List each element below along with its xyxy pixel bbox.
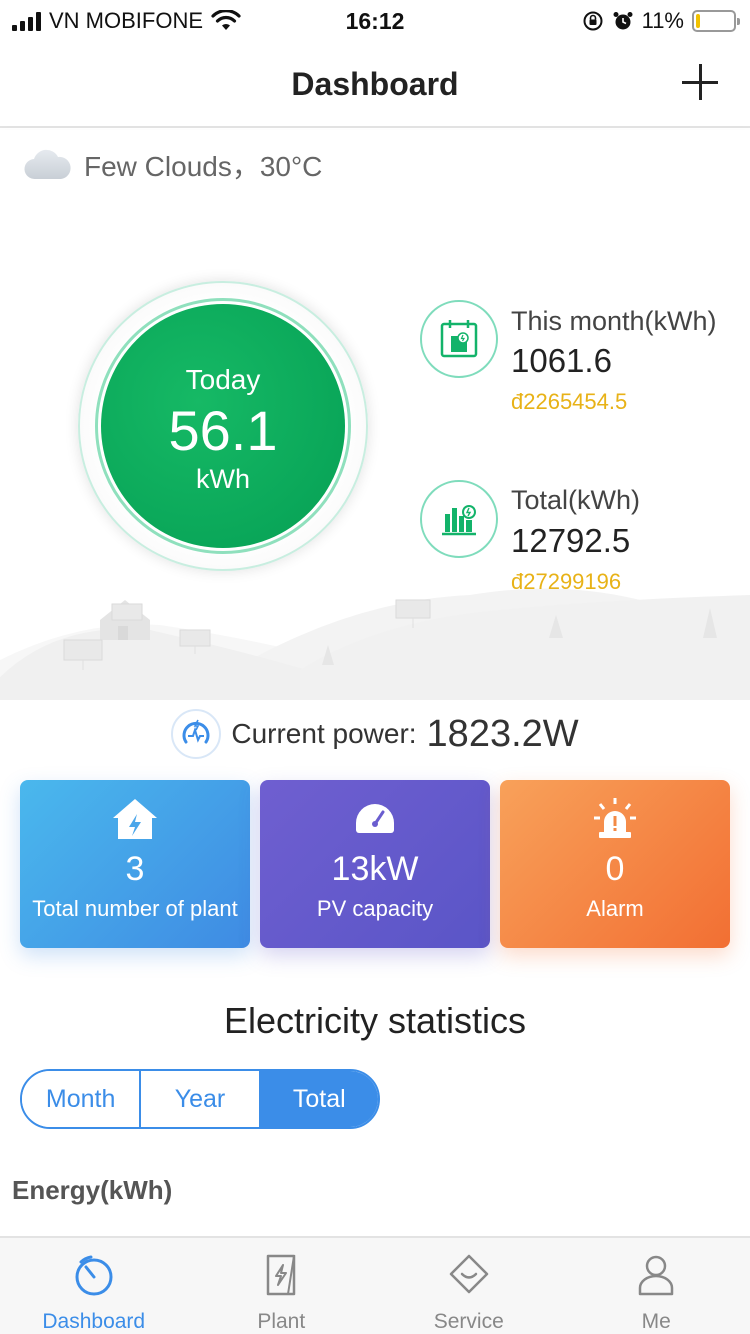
nav-header: Dashboard [0,40,750,128]
tab-dashboard[interactable]: Dashboard [0,1238,188,1334]
service-icon [375,1252,563,1300]
today-value: 56.1 [168,399,278,462]
plant-icon [188,1252,376,1300]
alarm-label: Alarm [586,896,644,921]
plus-icon[interactable] [680,62,720,102]
today-label: Today [185,364,261,395]
tab-total[interactable]: Total [260,1071,378,1127]
battery-percent: 11% [641,8,684,33]
statistics-title: Electricity statistics [223,1000,527,1041]
tab-year[interactable]: Year [141,1071,261,1127]
status-right: 11% [582,8,740,34]
pv-capacity-value: 13kW [331,850,419,888]
energy-overview: Today 56.1 kWh This month(kWh) 1061.6 đ2… [0,200,750,700]
battery-icon [692,10,740,32]
this-month-title: This month(kWh) [511,306,717,336]
orientation-lock-icon [583,11,603,31]
page-title: Dashboard [291,66,459,102]
tab-me[interactable]: Me [563,1238,750,1334]
alarm-count: 0 [605,850,625,888]
cloud-icon [24,149,71,180]
gauge-icon [260,796,490,846]
current-power: Current power: 1823.2W [0,706,750,762]
plants-label: Total number of plant [32,896,238,921]
plants-card[interactable]: 3 Total number of plant [20,780,250,948]
bottom-tab-bar: Dashboard Plant Service Me [0,1236,750,1334]
dashboard-icon [0,1252,188,1300]
total-title: Total(kWh) [511,485,641,515]
calendar-energy-icon [420,300,498,378]
tab-service-label: Service [433,1310,504,1333]
total-value: 12792.5 [511,522,631,559]
pv-capacity-label: PV capacity [316,896,434,921]
tab-me-label: Me [641,1310,671,1333]
pv-capacity-card[interactable]: 13kW PV capacity [260,780,490,948]
this-month-money: đ2265454.5 [511,389,628,414]
alarm-clock-icon [613,12,633,30]
total-money: đ27299196 [511,569,622,594]
energy-axis-label: Energy(kWh) [12,1175,173,1205]
tab-plant-label: Plant [257,1310,306,1333]
tab-dashboard-label: Dashboard [42,1310,146,1333]
this-month-value: 1061.6 [511,342,612,379]
current-power-label: Current power: [231,718,417,749]
tab-month[interactable]: Month [22,1071,142,1127]
alarm-card[interactable]: 0 Alarm [500,780,730,948]
bar-chart-energy-icon [420,480,498,558]
status-bar: VN MOBIFONE 16:12 11% [0,0,750,40]
weather-text: Few Clouds，30°C [84,151,323,182]
period-selector: Month Year Total [20,1069,380,1129]
today-energy-circle: Today 56.1 kWh [101,304,345,548]
power-gauge-icon [171,709,222,759]
siren-icon [500,796,730,846]
user-icon [563,1252,750,1300]
tab-service[interactable]: Service [375,1238,563,1334]
current-power-value: 1823.2W [426,712,579,755]
today-unit: kWh [196,464,250,494]
tab-plant[interactable]: Plant [188,1238,376,1334]
weather-bar: Few Clouds，30°C [0,130,750,200]
plants-count: 3 [125,850,145,888]
house-bolt-icon [20,796,250,846]
